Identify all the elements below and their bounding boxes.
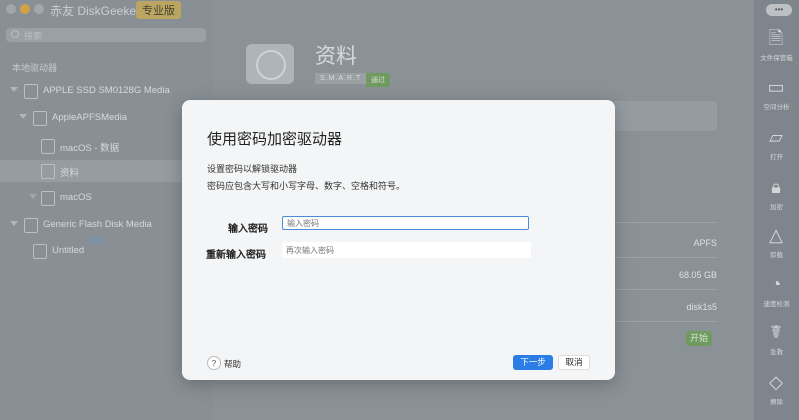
next-button[interactable]: 下一步 [513,355,553,370]
confirm-password-field[interactable] [282,242,531,258]
app-window: 赤友 DiskGeeker 专业版 搜索 本地驱动器 APPLE SSD SM0… [0,0,799,420]
confirm-password-label: 重新输入密码 [206,250,266,261]
dialog-title: 使用密码加密驱动器 [207,131,343,148]
help-link[interactable]: 帮助 [224,358,241,370]
help-icon[interactable]: ? [207,356,221,370]
encrypt-dialog: 使用密码加密驱动器 设置密码以解锁驱动器 密码应包含大写和小写字母、数字、空格和… [182,100,615,380]
password-field[interactable] [282,216,529,230]
dialog-description: 设置密码以解锁驱动器 [207,164,298,174]
dialog-password-rules: 密码应包含大写和小写字母、数字、空格和符号。 [207,181,406,191]
password-label: 输入密码 [228,224,268,235]
cancel-button[interactable]: 取消 [558,355,590,370]
